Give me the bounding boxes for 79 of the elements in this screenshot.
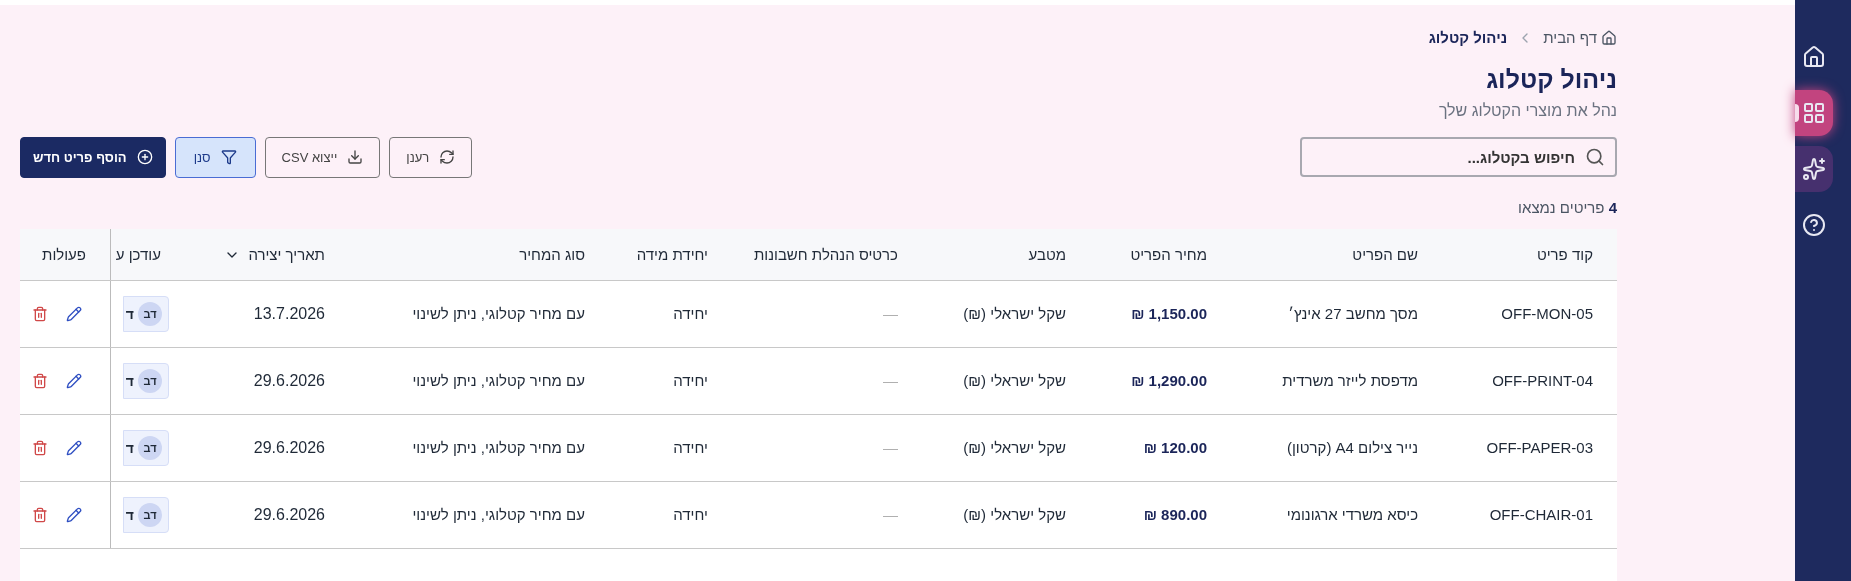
user-name: ד — [125, 304, 134, 324]
table-cell: מסך מחשב 27 אינץ׳ — [1288, 305, 1418, 322]
user-name: ד — [125, 438, 134, 458]
breadcrumb-current: ניהול קטלוג — [1428, 28, 1508, 48]
table-cell: 29.6.2026 — [253, 506, 325, 524]
column-header[interactable]: פעולות — [42, 243, 86, 266]
search-field[interactable]: חיפוש בקטלוג... — [1300, 137, 1617, 178]
download-icon — [347, 149, 364, 166]
plus-circle-icon — [136, 149, 153, 166]
column-header[interactable]: עודכן ע — [115, 243, 161, 266]
column-header[interactable]: מחיר הפריט — [1130, 243, 1207, 266]
toolbar-button[interactable]: ייצוא CSV — [264, 136, 381, 178]
table-cell: עם מחיר קטלוגי, ניתן לשינוי — [412, 439, 585, 456]
edit-button[interactable] — [66, 507, 82, 524]
column-header[interactable]: מטבע — [1028, 243, 1066, 266]
table-cell: OFF-MON-05 — [1501, 305, 1593, 322]
table-cell: יחידה — [673, 506, 708, 523]
avatar-initials: דב — [138, 369, 162, 394]
table-cell: 890.00 ₪ — [1143, 506, 1207, 523]
user-name: ד — [125, 505, 134, 525]
table-cell: שקל ישראלי (₪) — [963, 506, 1066, 523]
table-cell: יחידה — [673, 305, 708, 322]
help-icon — [1802, 213, 1826, 237]
column-header[interactable]: תאריך יצירה — [224, 243, 325, 266]
table-cell: — — [883, 506, 898, 523]
table-cell: OFF-PRINT-04 — [1492, 372, 1593, 389]
table-cell: נייר צילום A4 (קרטון) — [1286, 439, 1418, 456]
table-cell: 120.00 ₪ — [1143, 439, 1207, 456]
table-cell: — — [883, 372, 898, 389]
delete-button[interactable] — [32, 440, 48, 457]
toolbar-button[interactable]: סנן — [174, 136, 256, 178]
home-icon — [1601, 30, 1617, 47]
page-title: ניהול קטלוג — [1485, 63, 1617, 95]
table-cell: 1,290.00 ₪ — [1131, 372, 1207, 389]
edit-button[interactable] — [66, 306, 82, 323]
search-icon — [1585, 147, 1605, 168]
table-cell: — — [883, 439, 898, 456]
home-icon — [1802, 45, 1826, 69]
column-header[interactable]: קוד פריט — [1536, 243, 1593, 266]
table-cell: יחידה — [673, 372, 708, 389]
column-header[interactable]: יחידת מידה — [636, 243, 708, 266]
table-cell: 1,150.00 ₪ — [1131, 305, 1207, 322]
table-cell: כיסא משרדי ארגונומי — [1286, 506, 1418, 523]
delete-button[interactable] — [32, 373, 48, 390]
breadcrumb-link[interactable]: דף הבית — [1543, 27, 1617, 50]
table-cell: 29.6.2026 — [253, 372, 325, 390]
avatar-initials: דב — [138, 302, 162, 327]
toolbar-button[interactable]: הוסף פריט חדש — [20, 136, 166, 178]
delete-button[interactable] — [32, 507, 48, 524]
table-cell: עם מחיר קטלוגי, ניתן לשינוי — [412, 372, 585, 389]
table-cell: שקל ישראלי (₪) — [963, 439, 1066, 456]
table-cell: עם מחיר קטלוגי, ניתן לשינוי — [412, 305, 585, 322]
column-header[interactable]: סוג המחיר — [519, 243, 585, 266]
refresh-icon — [439, 149, 456, 166]
delete-button[interactable] — [32, 306, 48, 323]
column-header[interactable]: שם הפריט — [1352, 243, 1418, 266]
table-cell: שקל ישראלי (₪) — [963, 372, 1066, 389]
toolbar-button[interactable]: רענן — [389, 136, 473, 178]
table-cell: מדפסת לייזר משרדית — [1282, 372, 1418, 389]
column-header[interactable]: כרטיס הנהלת חשבונות — [753, 243, 898, 266]
edit-button[interactable] — [66, 440, 82, 457]
table-cell: 29.6.2026 — [253, 439, 325, 457]
table-cell: — — [883, 305, 898, 322]
edit-button[interactable] — [66, 373, 82, 390]
filter-icon — [220, 149, 237, 166]
user-name: ד — [125, 371, 134, 391]
table-cell: שקל ישראלי (₪) — [963, 305, 1066, 322]
table-cell: יחידה — [673, 439, 708, 456]
sparkle-icon — [1802, 157, 1826, 181]
table-cell: עם מחיר קטלוגי, ניתן לשינוי — [412, 506, 585, 523]
avatar-initials: דב — [138, 503, 162, 528]
table-cell: OFF-CHAIR-01 — [1489, 506, 1593, 523]
page-subtitle: נהל את מוצרי הקטלוג שלך — [1437, 100, 1617, 121]
table-cell: OFF-PAPER-03 — [1486, 439, 1593, 456]
sidebar-item[interactable] — [1795, 146, 1833, 192]
grid-icon — [1802, 101, 1826, 125]
table-cell: 13.7.2026 — [253, 305, 325, 323]
sidebar-item[interactable] — [1795, 90, 1833, 136]
avatar-initials: דב — [138, 436, 162, 461]
